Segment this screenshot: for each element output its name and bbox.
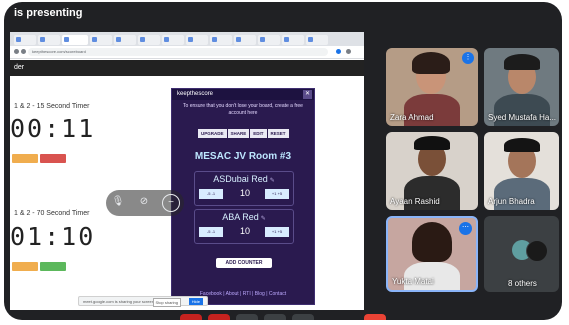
team-counter: ASDubai Red ✎ -5 -1 10 +1 +5 — [194, 171, 294, 206]
speaking-icon: ⋮ — [462, 52, 474, 64]
team-counter: ABA Red ✎ -5 -1 10 +1 +5 — [194, 209, 294, 244]
browser-tab[interactable] — [234, 35, 256, 45]
share-button[interactable]: SHARE — [227, 129, 250, 138]
minus-1[interactable]: -1 — [212, 229, 216, 234]
participant-tile[interactable]: ⋮ Zara Ahmad — [386, 48, 478, 126]
participant-name: Ayaan Rashid — [390, 197, 440, 206]
team-score: 10 — [239, 188, 250, 198]
others-tile[interactable]: 8 others — [484, 216, 559, 292]
url-field[interactable]: keepthescore.com/scoreboard — [28, 48, 328, 56]
browser-tab[interactable] — [210, 35, 232, 45]
add-counter-button[interactable]: ADD COUNTER — [216, 258, 272, 268]
team-name: ASDubai Red ✎ — [195, 174, 293, 184]
present-button[interactable] — [264, 314, 286, 320]
participant-name: Arjun Bhadra — [488, 197, 535, 206]
account-note[interactable]: To ensure that you don't lose your board… — [176, 103, 310, 117]
browser-tab[interactable] — [282, 35, 304, 45]
increment-buttons[interactable]: +1 +5 — [265, 227, 289, 237]
pencil-icon[interactable]: ✎ — [261, 216, 266, 222]
team-name-text: ABA Red — [222, 212, 259, 222]
reload-icon[interactable] — [21, 49, 26, 54]
upgrade-button[interactable]: UPGRADE — [198, 129, 227, 138]
participant-tile-active[interactable]: ⋯ Yukta Matai — [386, 216, 478, 292]
scoreboard-actions: UPGRADE SHARE EDIT RESET — [198, 129, 289, 138]
browser-tab[interactable] — [186, 35, 208, 45]
team-name: ABA Red ✎ — [195, 212, 293, 222]
browser-tab[interactable] — [138, 35, 160, 45]
menu-icon[interactable] — [346, 49, 351, 54]
remove-icon[interactable]: − — [162, 194, 180, 212]
browser-tab[interactable] — [162, 35, 184, 45]
presenter-controls: 🎙 ⊘ − — [106, 190, 184, 216]
browser-tab[interactable] — [114, 35, 136, 45]
plus-1[interactable]: +1 — [272, 191, 277, 196]
browser-tab[interactable] — [258, 35, 280, 45]
address-bar: keepthescore.com/scoreboard — [10, 46, 364, 59]
more-options-icon[interactable]: ⋯ — [459, 222, 472, 235]
team-score: 10 — [239, 226, 250, 236]
meet-window: is presenting keepthescore.com/scoreboar… — [4, 2, 562, 320]
site-header: der — [10, 60, 364, 76]
screen-share-notice: meet.google.com is sharing your screen S… — [78, 296, 208, 307]
plus-1[interactable]: +1 — [272, 229, 277, 234]
browser-tab[interactable] — [14, 35, 36, 45]
camera-button[interactable] — [208, 314, 230, 320]
participant-tile[interactable]: Ayaan Rashid — [386, 132, 478, 210]
participant-tile[interactable]: Syed Mustafa Ha... — [484, 48, 559, 126]
timer-stop-button[interactable] — [40, 154, 66, 163]
plus-5[interactable]: +5 — [278, 229, 283, 234]
hide-button[interactable]: Hide — [188, 298, 203, 305]
share-notice-text: meet.google.com is sharing your screen — [83, 299, 154, 304]
participant-tile[interactable]: Arjun Bhadra — [484, 132, 559, 210]
timer-start-button[interactable] — [12, 154, 38, 163]
pencil-icon[interactable]: ✎ — [270, 178, 275, 184]
close-icon[interactable]: ✕ — [303, 90, 312, 99]
edit-button[interactable]: EDIT — [250, 129, 267, 138]
timer-display: 01:10 — [10, 222, 96, 251]
timer-label: 1 & 2 - 15 Second Timer — [14, 103, 90, 110]
leave-call-button[interactable] — [364, 314, 386, 320]
increment-buttons[interactable]: +1 +5 — [265, 189, 289, 199]
participant-name: Syed Mustafa Ha... — [488, 113, 557, 122]
browser-tab[interactable] — [90, 35, 112, 45]
reset-button[interactable]: RESET — [267, 129, 289, 138]
scoreboard-title: MESAC JV Room #3 — [194, 151, 292, 162]
camera-off-icon[interactable]: ⊘ — [136, 194, 152, 210]
mic-button[interactable] — [180, 314, 202, 320]
captions-button[interactable] — [236, 314, 258, 320]
browser-tab-active[interactable] — [62, 35, 88, 45]
participant-name: Yukta Matai — [392, 277, 434, 286]
scoreboard-panel: keepthescore ✕ To ensure that you don't … — [171, 88, 315, 305]
timer-start-green-button[interactable] — [40, 262, 66, 271]
decrement-buttons[interactable]: -5 -1 — [199, 227, 223, 237]
browser-tab-bar — [10, 32, 364, 46]
browser-tab[interactable] — [38, 35, 60, 45]
timer-display: 00:11 — [10, 114, 96, 143]
more-button[interactable] — [292, 314, 314, 320]
minus-5[interactable]: -5 — [207, 229, 211, 234]
others-count: 8 others — [508, 279, 537, 288]
timer-start-button[interactable] — [12, 262, 38, 271]
scoreboard-brand: keepthescore — [172, 89, 314, 100]
browser-tab[interactable] — [306, 35, 328, 45]
participant-name: Zara Ahmad — [390, 113, 434, 122]
mic-off-icon[interactable]: 🎙 — [110, 194, 126, 210]
stop-sharing-button[interactable]: Stop sharing — [152, 298, 181, 307]
back-icon[interactable] — [14, 49, 19, 54]
decrement-buttons[interactable]: -5 -1 — [199, 189, 223, 199]
timer-label: 1 & 2 - 70 Second Timer — [14, 210, 90, 217]
shared-screen: keepthescore.com/scoreboard der 1 & 2 - … — [10, 32, 364, 310]
presenting-banner: is presenting — [14, 7, 83, 19]
plus-5[interactable]: +5 — [278, 191, 283, 196]
minus-1[interactable]: -1 — [212, 191, 216, 196]
avatar — [526, 240, 548, 262]
minus-5[interactable]: -5 — [207, 191, 211, 196]
profile-icon[interactable] — [336, 49, 341, 54]
team-name-text: ASDubai Red — [213, 174, 268, 184]
